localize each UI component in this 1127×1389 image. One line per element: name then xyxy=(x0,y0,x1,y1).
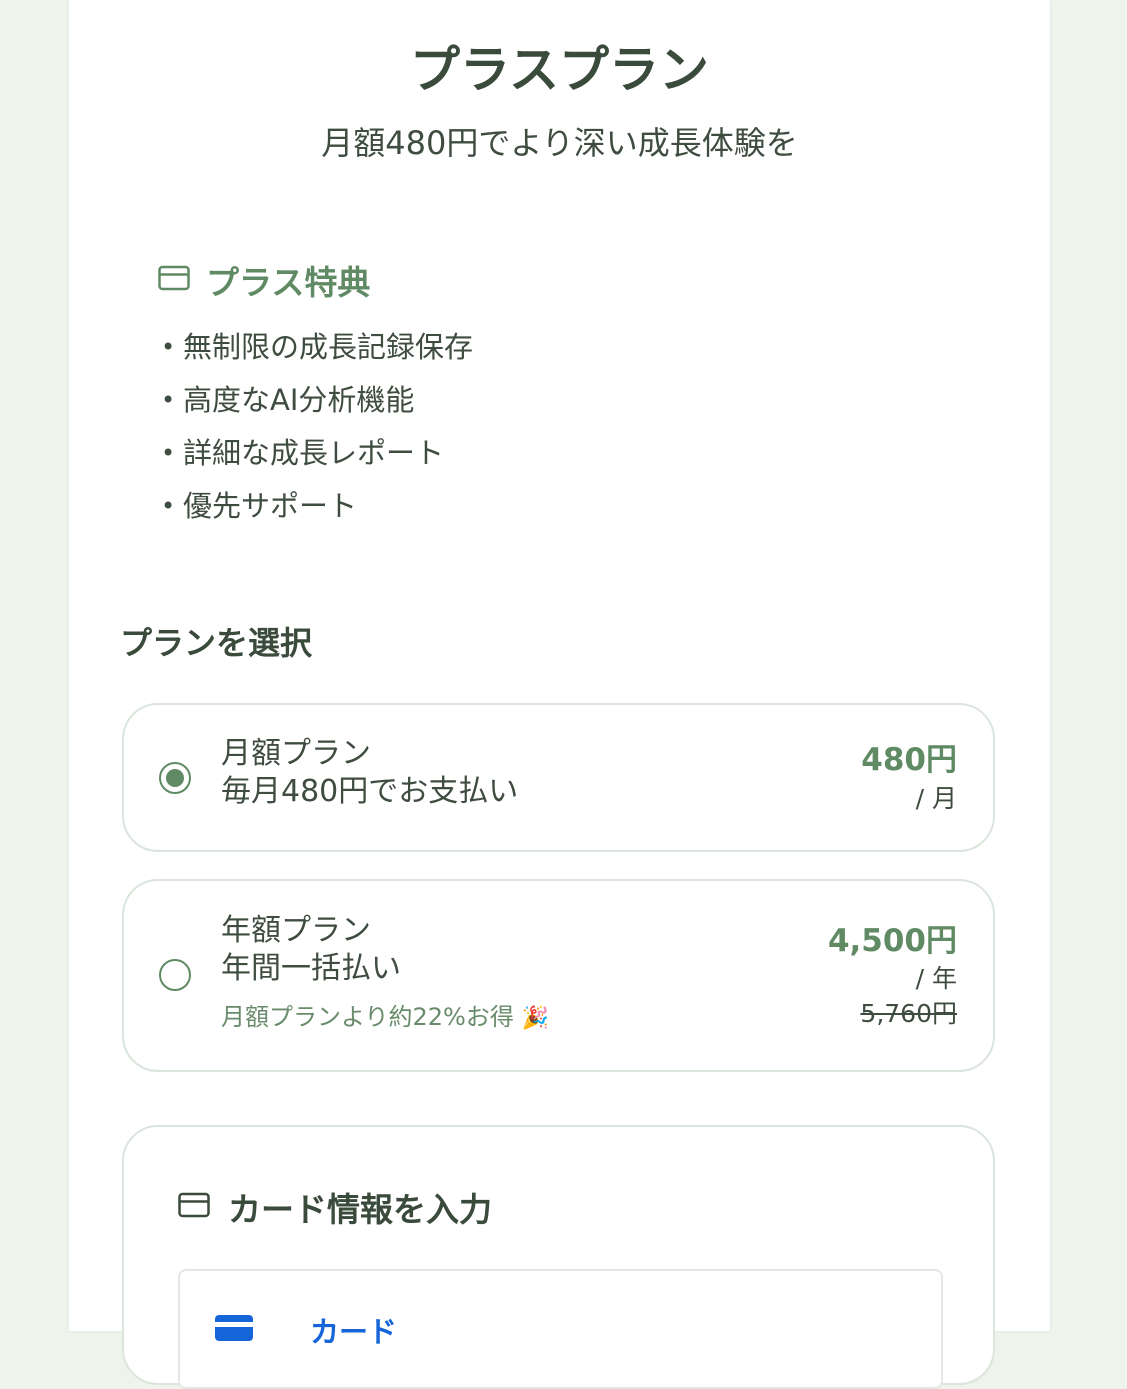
benefits-header: プラス特典 xyxy=(158,258,370,302)
yearly-plan-radio[interactable] xyxy=(159,959,191,991)
card-info-header: カード情報を入力 xyxy=(178,1183,492,1231)
page-title: プラスプラン xyxy=(410,41,709,99)
radio-selected-dot xyxy=(166,769,184,787)
yearly-plan-description: 年間一括払い xyxy=(221,951,401,986)
yearly-plan-price: 4,500円 xyxy=(827,923,957,959)
page-subtitle: 月額480円でより深い成長体験を xyxy=(321,124,798,162)
monthly-plan-option[interactable]: 月額プラン 毎月480円でお支払い 480円 / 月 xyxy=(122,703,995,852)
monthly-plan-name: 月額プラン xyxy=(221,736,371,771)
benefits-list: • 無制限の成長記録保存 • 高度なAI分析機能 • 詳細な成長レポート • 優先サポー… xyxy=(161,327,473,539)
list-item: • 優先サポート xyxy=(161,489,358,523)
payment-method-tab[interactable]: カード xyxy=(178,1269,943,1389)
card-icon xyxy=(178,1192,210,1222)
monthly-plan-period: / 月 xyxy=(915,784,957,813)
plan-select-title: プランを選択 xyxy=(120,624,313,662)
card-icon xyxy=(215,1313,253,1343)
list-item: • 詳細な成長レポート xyxy=(161,436,445,470)
payment-method-label: カード xyxy=(310,1315,398,1349)
yearly-plan-savings: 月額プランより約22%お得 🎉 xyxy=(221,1003,549,1031)
yearly-plan-name: 年額プラン xyxy=(221,913,371,948)
card-info-section: カード情報を入力 カード xyxy=(122,1125,995,1389)
list-item: • 高度なAI分析機能 xyxy=(161,383,415,417)
benefits-title: プラス特典 xyxy=(206,263,371,302)
yearly-plan-period: / 年 xyxy=(915,964,957,993)
card-info-title: カード情報を入力 xyxy=(228,1190,492,1229)
card-icon xyxy=(158,265,190,295)
monthly-plan-description: 毎月480円でお支払い xyxy=(221,774,519,809)
list-item: • 無制限の成長記録保存 xyxy=(161,330,474,364)
yearly-plan-option[interactable]: 年額プラン 年間一括払い 月額プランより約22%お得 🎉 4,500円 / 年 … xyxy=(122,879,995,1072)
monthly-plan-radio[interactable] xyxy=(159,762,191,794)
yearly-plan-original-price: 5,760円 xyxy=(860,999,957,1028)
monthly-plan-price: 480円 xyxy=(861,742,957,778)
subscription-card: プラスプラン 月額480円でより深い成長体験を プラス特典 • 無制限の成長記録保… xyxy=(69,0,1050,1389)
party-popper-icon: 🎉 xyxy=(521,1006,549,1031)
